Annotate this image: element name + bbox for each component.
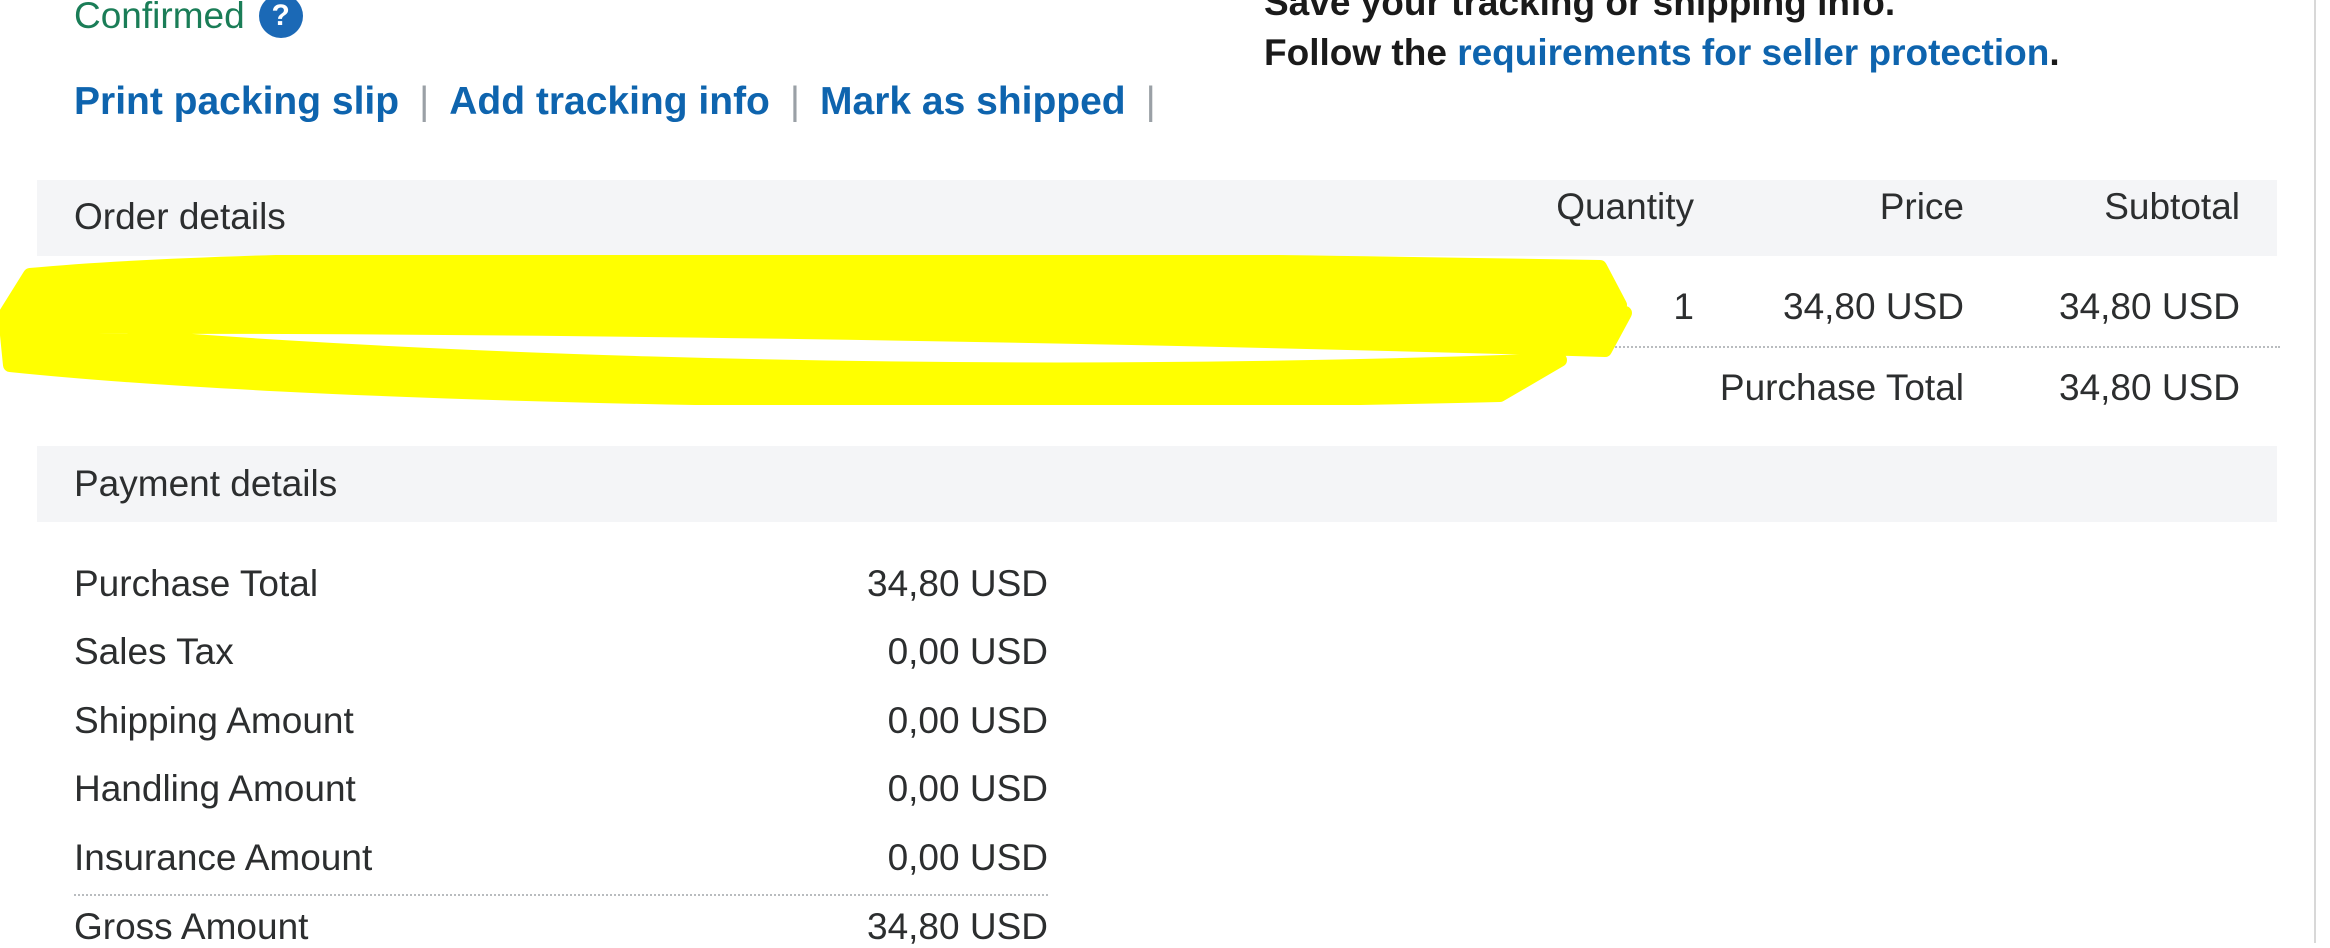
purchase-total-label: Purchase Total bbox=[1719, 367, 1964, 408]
status-text: Confirmed bbox=[74, 0, 245, 36]
add-tracking-info-link[interactable]: Add tracking info bbox=[449, 80, 770, 124]
payment-value-gross-amount: 34,80 USD bbox=[867, 906, 1048, 947]
seller-protection-prefix: Follow the bbox=[1264, 32, 1458, 73]
order-status: Confirmed ? bbox=[74, 0, 303, 38]
column-price: Price bbox=[1879, 186, 1964, 227]
payment-label-sales-tax: Sales Tax bbox=[74, 631, 234, 672]
help-icon[interactable]: ? bbox=[258, 0, 303, 38]
separator: | bbox=[789, 80, 801, 123]
shipping-info-text: Save your tracking or shipping info. bbox=[1264, 0, 1896, 23]
print-packing-slip-link[interactable]: Print packing slip bbox=[74, 80, 399, 124]
payment-value-handling-amount: 0,00 USD bbox=[887, 768, 1048, 809]
separator: | bbox=[419, 80, 430, 123]
payment-label-purchase-total: Purchase Total bbox=[74, 563, 319, 604]
payment-divider bbox=[74, 894, 1048, 896]
separator: | bbox=[1145, 80, 1156, 123]
row-divider bbox=[1600, 346, 2280, 348]
item-price: 34,80 USD bbox=[1783, 286, 1964, 327]
payment-label-handling-amount: Handling Amount bbox=[74, 768, 356, 809]
payment-label-gross-amount: Gross Amount bbox=[74, 906, 309, 947]
purchase-total-value: 34,80 USD bbox=[2059, 367, 2240, 408]
seller-protection-suffix: . bbox=[2049, 32, 2060, 73]
seller-protection-link[interactable]: requirements for seller protection bbox=[1457, 32, 2049, 73]
payment-details-header-band bbox=[37, 446, 2277, 522]
payment-value-shipping-amount: 0,00 USD bbox=[887, 700, 1048, 741]
payment-value-sales-tax: 0,00 USD bbox=[887, 631, 1048, 672]
payment-value-insurance-amount: 0,00 USD bbox=[887, 837, 1048, 878]
scrollbar-edge bbox=[2314, 0, 2316, 943]
column-subtotal: Subtotal bbox=[2104, 186, 2240, 227]
payment-details-title: Payment details bbox=[74, 463, 338, 504]
redaction-scribble bbox=[0, 255, 1632, 405]
item-subtotal: 34,80 USD bbox=[2059, 286, 2240, 327]
order-actions: Print packing slip | Add tracking info |… bbox=[74, 80, 1176, 124]
payment-value-purchase-total: 34,80 USD bbox=[867, 563, 1048, 604]
mark-as-shipped-link[interactable]: Mark as shipped bbox=[820, 80, 1126, 124]
payment-label-shipping-amount: Shipping Amount bbox=[74, 700, 354, 741]
seller-protection-text: Follow the requirements for seller prote… bbox=[1264, 32, 2060, 74]
order-details-title: Order details bbox=[74, 196, 286, 237]
column-quantity: Quantity bbox=[1556, 186, 1694, 227]
payment-label-insurance-amount: Insurance Amount bbox=[74, 837, 373, 878]
